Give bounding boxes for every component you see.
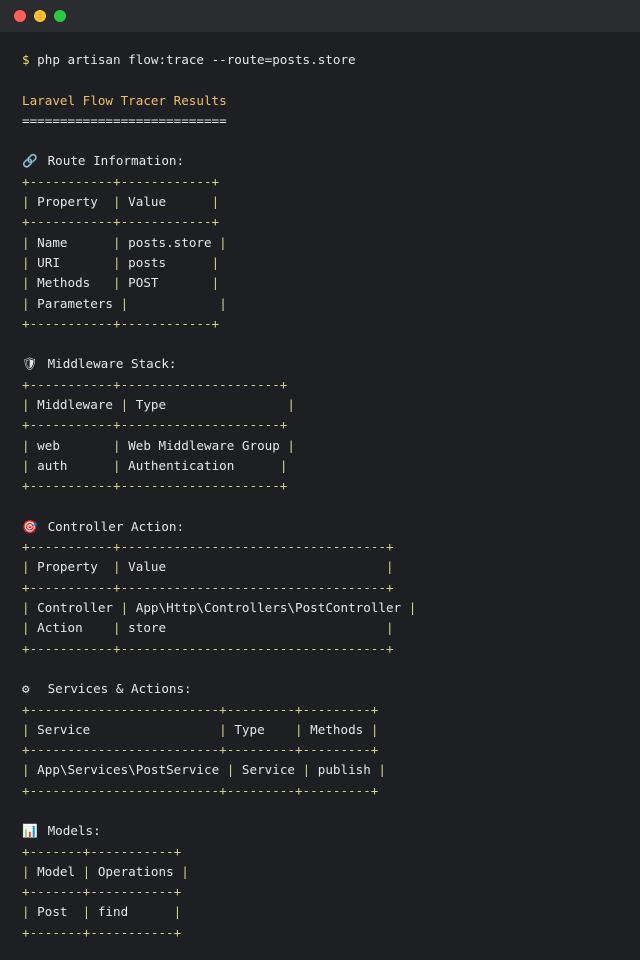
- table-row: +-------+-----------+: [22, 924, 182, 940]
- table-row: +-----------+---------------------------…: [22, 539, 394, 555]
- sections-container: 🔗 Route Information: +-----------+-------…: [22, 151, 640, 943]
- section-title-text: Route Information:: [40, 153, 185, 169]
- table-row: +-------+-----------+: [22, 884, 182, 900]
- table-row: | Controller | App\Http\Controllers\Post…: [22, 600, 417, 616]
- table-row: | Name | posts.store |: [22, 234, 227, 250]
- maximize-window-button[interactable]: [54, 10, 66, 22]
- command-line: $ php artisan flow:trace --route=posts.s…: [22, 50, 640, 70]
- table-row: +-----------+---------------------+: [22, 478, 288, 494]
- command-text: php artisan flow:trace --route=posts.sto…: [29, 52, 356, 67]
- table-row: +-------+-----------+: [22, 843, 182, 859]
- section-title-middleware: 🛡 Middleware Stack:: [22, 354, 640, 374]
- section-title-models: 📊 Models:: [22, 821, 640, 841]
- window-titlebar: [0, 0, 640, 32]
- table-row: +-----------+---------------------------…: [22, 640, 394, 656]
- table-row: +-----------+------------+: [22, 173, 220, 189]
- table-row: +-----------+------------+: [22, 214, 220, 230]
- section-title-text: Models:: [40, 823, 101, 839]
- table-row: | Action | store |: [22, 620, 394, 636]
- prompt-symbol: $: [22, 52, 30, 67]
- table-row: +-------------------------+---------+---…: [22, 782, 379, 798]
- target-icon: 🎯: [22, 518, 38, 534]
- bar-chart-icon: 📊: [22, 823, 38, 839]
- table-row: +-----------+---------------------+: [22, 417, 288, 433]
- table-row: | App\Services\PostService | Service | p…: [22, 762, 387, 778]
- table-row: | Methods | POST |: [22, 275, 220, 291]
- table-row: +-------------------------+---------+---…: [22, 701, 379, 717]
- table-row: | web | Web Middleware Group |: [22, 437, 295, 453]
- close-window-button[interactable]: [14, 10, 26, 22]
- table-row: | Middleware | Type |: [22, 397, 296, 413]
- section-title-text: Middleware Stack:: [40, 356, 177, 372]
- table-row: | Post | find |: [22, 904, 182, 920]
- section-title-services: ⚙ Services & Actions:: [22, 679, 640, 699]
- table-row: | auth | Authentication |: [22, 457, 288, 473]
- section-title-controller: 🎯 Controller Action:: [22, 517, 640, 537]
- table-row: +-----------+---------------------------…: [22, 579, 394, 595]
- terminal-output[interactable]: $ php artisan flow:trace --route=posts.s…: [0, 32, 640, 943]
- results-underline: ===========================: [22, 112, 227, 128]
- table-row: | Model | Operations |: [22, 863, 189, 879]
- shield-icon: 🛡: [22, 356, 38, 372]
- table-row: | Service | Type | Methods |: [22, 721, 379, 737]
- table-row: +-----------+------------+: [22, 315, 220, 331]
- table-row: +-------------------------+---------+---…: [22, 742, 379, 758]
- section-title-text: Controller Action:: [40, 518, 185, 534]
- table-row: | Property | Value |: [22, 194, 220, 210]
- table-row: | Property | Value |: [22, 559, 394, 575]
- minimize-window-button[interactable]: [34, 10, 46, 22]
- section-title-route: 🔗 Route Information:: [22, 151, 640, 171]
- gear-icon: ⚙: [22, 681, 30, 697]
- results-title: Laravel Flow Tracer Results: [22, 92, 227, 108]
- table-row: | URI | posts |: [22, 254, 220, 270]
- link-icon: 🔗: [22, 153, 38, 169]
- table-row: +-----------+---------------------+: [22, 376, 288, 392]
- table-row: | Parameters | |: [22, 295, 227, 311]
- section-title-text: Services & Actions:: [40, 681, 192, 697]
